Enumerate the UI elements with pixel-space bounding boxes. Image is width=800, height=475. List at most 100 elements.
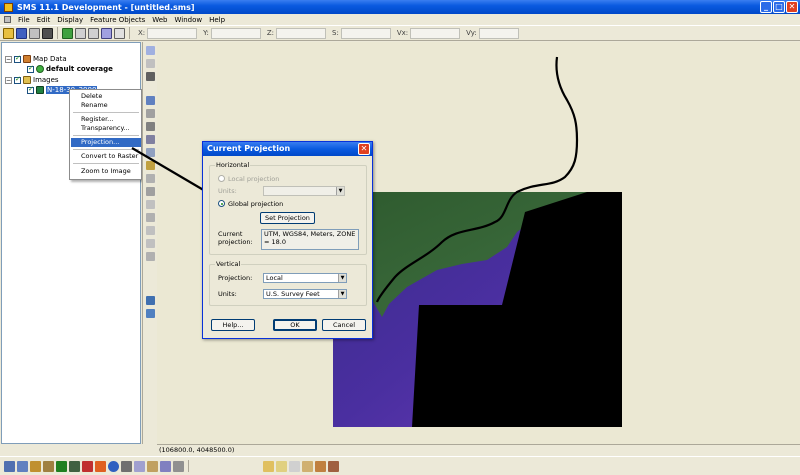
dialog-close-button[interactable]: ✕ [358, 143, 370, 155]
particle-module-icon[interactable] [56, 460, 67, 472]
node-icon[interactable] [276, 460, 287, 472]
menu-file[interactable]: File [18, 16, 30, 24]
collapse-toggle[interactable]: − [5, 55, 12, 63]
menu-edit[interactable]: Edit [37, 16, 51, 24]
vy-field[interactable] [478, 27, 519, 39]
toolbar-separator [188, 460, 189, 472]
vertical-units-select[interactable]: U.S. Survey Feet ▼ [263, 289, 347, 299]
line-tool-icon[interactable] [146, 200, 155, 209]
visibility-checkbox[interactable] [14, 54, 21, 63]
refresh-icon[interactable] [62, 27, 73, 39]
menu-web[interactable]: Web [152, 16, 167, 24]
attribute-icon[interactable] [315, 460, 326, 472]
line-icon[interactable] [289, 460, 300, 472]
point-icon[interactable] [263, 460, 274, 472]
display-options-icon[interactable] [101, 27, 112, 39]
y-field[interactable] [210, 27, 261, 39]
menu-help[interactable]: Help [209, 16, 225, 24]
open-folder-icon[interactable] [3, 27, 14, 39]
select-tool-icon[interactable] [146, 46, 155, 55]
web-icon[interactable] [134, 460, 145, 472]
zoom-icon[interactable] [75, 27, 86, 39]
s-field[interactable] [340, 27, 391, 39]
shore-icon[interactable] [147, 460, 158, 472]
create-arc-tool-icon[interactable] [146, 135, 155, 144]
delete-icon[interactable] [42, 27, 53, 39]
vx-field[interactable] [410, 27, 461, 39]
display-tool-icon[interactable] [146, 296, 155, 305]
mesh-module-icon[interactable] [4, 460, 15, 472]
horizontal-units-select[interactable]: ▼ [263, 186, 345, 196]
measure-tool-icon[interactable] [146, 187, 155, 196]
help-button[interactable]: Help... [211, 319, 255, 331]
tree-node-images[interactable]: − Images [5, 75, 59, 84]
zoom-tool-icon[interactable] [146, 59, 155, 68]
toolbar-separator [129, 27, 130, 39]
plot-tool-icon[interactable] [146, 309, 155, 318]
tree-node-default-coverage[interactable]: default coverage [27, 64, 113, 73]
save-icon[interactable] [16, 27, 27, 39]
polygon-tool-icon[interactable] [146, 174, 155, 183]
x-field[interactable] [147, 27, 198, 39]
collapse-toggle[interactable]: − [5, 76, 12, 84]
menu-item-convert-to-raster[interactable]: Convert to Raster [71, 152, 141, 161]
menu-item-delete[interactable]: Delete [71, 92, 141, 101]
pan-tool-icon[interactable] [146, 72, 155, 81]
global-projection-radio[interactable] [218, 200, 225, 207]
raster-module-icon[interactable] [69, 460, 80, 472]
coverage-icon [36, 65, 44, 73]
globe-icon[interactable] [108, 460, 119, 472]
current-projection-text: UTM, WGS84, Meters, ZONE = 18.0 [261, 229, 359, 250]
menu-feature-objects[interactable]: Feature Objects [90, 16, 145, 24]
create-node-tool-icon[interactable] [146, 109, 155, 118]
grid-module-icon[interactable] [17, 460, 28, 472]
menu-item-transparency[interactable]: Transparency... [71, 124, 141, 133]
visibility-checkbox[interactable] [27, 64, 34, 73]
arrow-tool-icon[interactable] [146, 252, 155, 261]
tree-label: default coverage [46, 65, 113, 73]
annotation-tool-icon[interactable] [146, 213, 155, 222]
frame-icon[interactable] [88, 27, 99, 39]
ok-button[interactable]: OK [273, 319, 317, 331]
app-icon [4, 2, 13, 12]
tools-icon[interactable] [121, 460, 132, 472]
select-arc-tool-icon[interactable] [146, 148, 155, 157]
scatter-module-icon[interactable] [30, 460, 41, 472]
create-vertex-tool-icon[interactable] [146, 122, 155, 131]
select-point-tool-icon[interactable] [146, 96, 155, 105]
minimize-button[interactable]: _ [760, 1, 772, 13]
rectangle-tool-icon[interactable] [146, 226, 155, 235]
menu-item-projection[interactable]: Projection... [71, 138, 141, 147]
tree-node-map-data[interactable]: − Map Data [5, 54, 67, 63]
maximize-button[interactable]: □ [773, 1, 785, 13]
tree-label: Map Data [33, 55, 67, 63]
menu-item-register[interactable]: Register... [71, 115, 141, 124]
gis-module-icon[interactable] [82, 460, 93, 472]
wave-icon[interactable] [160, 460, 171, 472]
vertical-projection-select[interactable]: Local ▼ [263, 273, 347, 283]
feature-icon[interactable] [328, 460, 339, 472]
cartesian-grid-icon[interactable] [95, 460, 106, 472]
select-feature-tool-icon[interactable] [146, 161, 155, 170]
menu-item-rename[interactable]: Rename [71, 101, 141, 110]
menu-window[interactable]: Window [174, 16, 202, 24]
ellipse-tool-icon[interactable] [146, 239, 155, 248]
vertical-projection-value: Local [266, 274, 283, 282]
visibility-checkbox[interactable] [27, 85, 34, 94]
menu-item-zoom-to-image[interactable]: Zoom to Image [71, 167, 141, 176]
y-label: Y: [203, 29, 209, 37]
menu-display[interactable]: Display [57, 16, 83, 24]
z-label: Z: [266, 29, 275, 37]
z-field[interactable] [276, 27, 327, 39]
set-projection-button[interactable]: Set Projection [260, 212, 315, 224]
visibility-checkbox[interactable] [14, 75, 21, 84]
info-icon[interactable] [114, 27, 125, 39]
close-button[interactable]: ✕ [786, 1, 798, 13]
map-module-icon[interactable] [43, 460, 54, 472]
tool-palette [142, 42, 157, 444]
cancel-button[interactable]: Cancel [322, 319, 366, 331]
layout-icon[interactable] [173, 460, 184, 472]
local-projection-radio[interactable] [218, 175, 225, 182]
polygon-icon[interactable] [302, 460, 313, 472]
print-icon[interactable] [29, 27, 40, 39]
